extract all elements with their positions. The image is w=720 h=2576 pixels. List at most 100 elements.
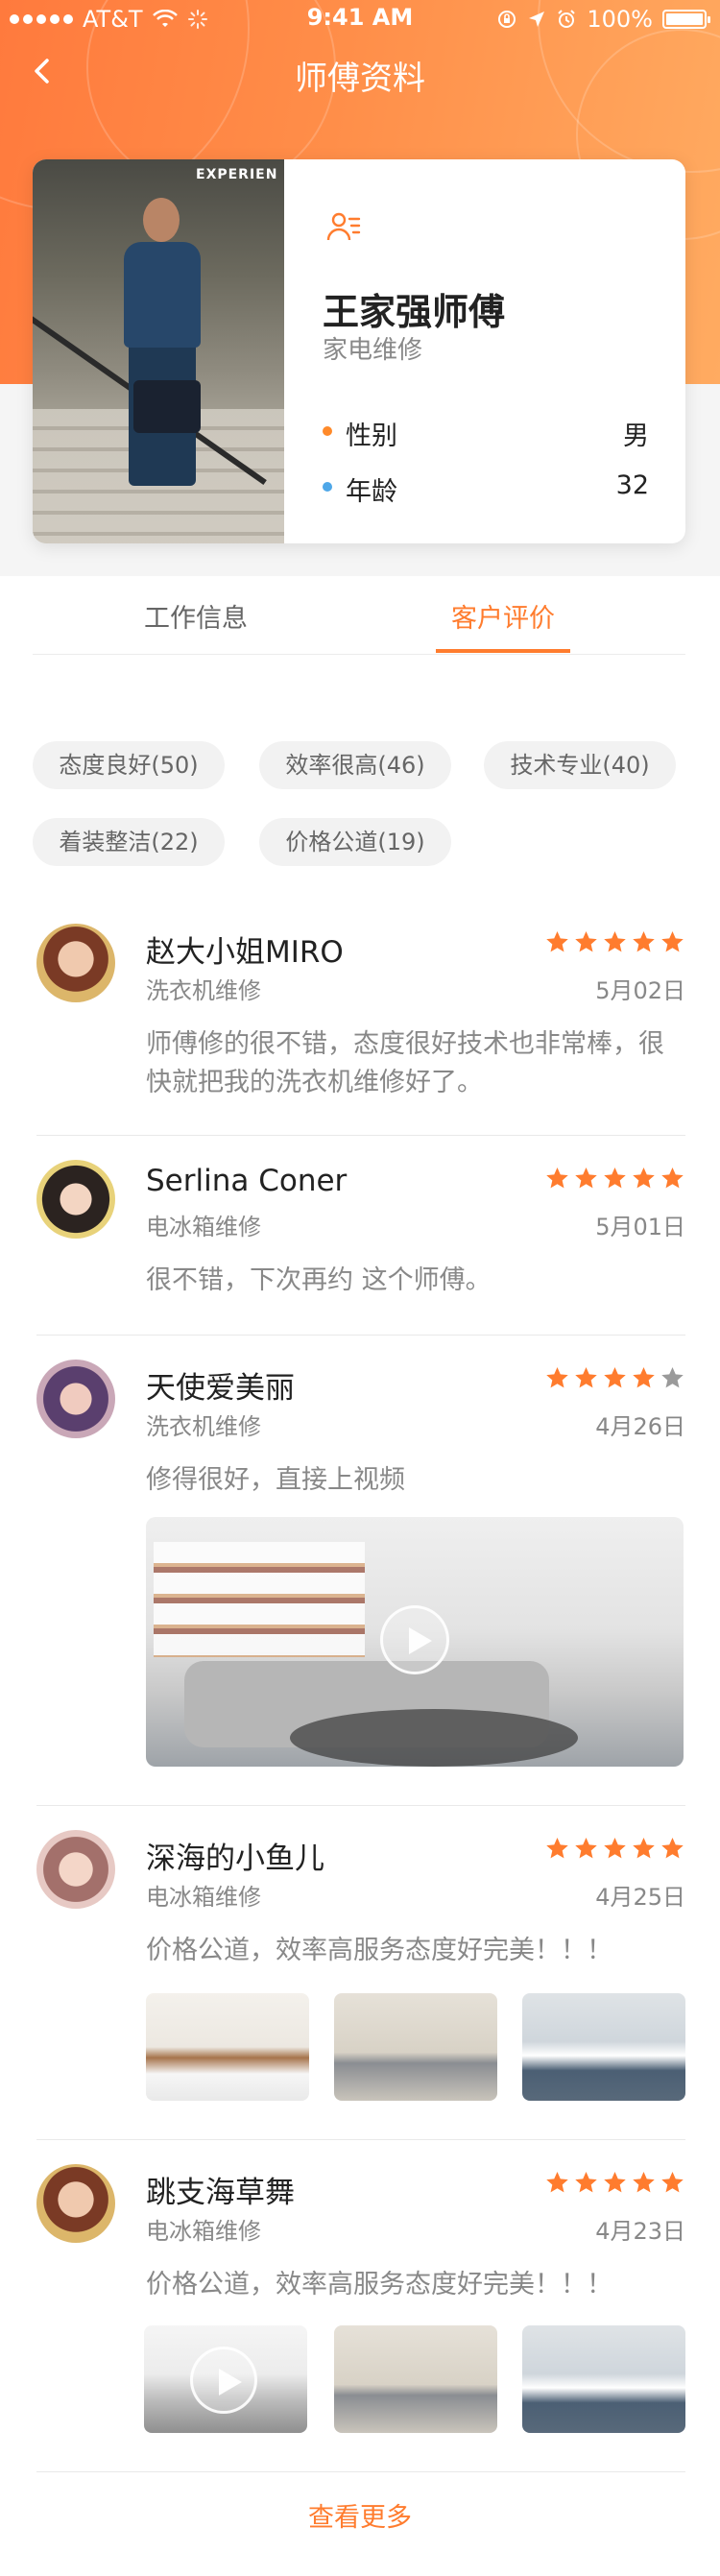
- reviewer-name: 赵大小姐MIRO: [146, 935, 344, 970]
- worker-category: 家电维修: [323, 336, 423, 365]
- star-icon: [633, 1168, 655, 1189]
- avatar: [36, 1360, 115, 1438]
- age-label: 年龄: [346, 477, 397, 507]
- review-item: 天使爱美丽 洗衣机维修 4月26日 修得很好，直接上视频: [36, 1360, 685, 1767]
- review-text: 修得很好，直接上视频: [146, 1465, 405, 1495]
- avatar: [36, 2164, 115, 2243]
- review-tag[interactable]: 着装整洁(22): [33, 818, 225, 866]
- divider: [36, 2139, 685, 2140]
- divider: [36, 1335, 685, 1336]
- star-icon: [633, 931, 655, 952]
- view-more-button[interactable]: 查看更多: [0, 2496, 720, 2534]
- star-rating: [544, 1836, 685, 1865]
- star-icon: [546, 1168, 568, 1189]
- reviewer-name: 深海的小鱼儿: [146, 1842, 324, 1876]
- review-text: 价格公道，效率高服务态度好完美！！！: [146, 2270, 612, 2299]
- review-photo[interactable]: [334, 2325, 497, 2433]
- review-photo[interactable]: [146, 1993, 309, 2101]
- divider: [36, 1805, 685, 1806]
- star-icon: [604, 1367, 626, 1388]
- star-icon: [633, 1367, 655, 1388]
- star-icon: [604, 931, 626, 952]
- star-rating: [544, 1166, 685, 1194]
- service-type: 洗衣机维修: [146, 1413, 261, 1440]
- service-type: 电冰箱维修: [146, 1884, 261, 1911]
- review-text: 师傅修的很不错，态度很好技术也非常棒，很快就把我的洗衣机维修好了。: [146, 1029, 664, 1097]
- nav-bar: 师傅资料: [0, 38, 720, 106]
- star-icon: [575, 1168, 597, 1189]
- review-item: 赵大小姐MIRO 洗衣机维修 5月02日 师傅修的很不错，态度很好技术也非常棒，…: [36, 924, 685, 1116]
- star-icon: [575, 2172, 597, 2193]
- service-type: 电冰箱维修: [146, 2218, 261, 2245]
- avatar: [36, 1830, 115, 1909]
- gender-value: 男: [623, 421, 649, 451]
- play-icon[interactable]: [380, 1605, 449, 1674]
- review-date: 4月26日: [595, 1413, 685, 1440]
- star-icon: [546, 1838, 568, 1859]
- star-icon: [575, 1367, 597, 1388]
- star-rating: [544, 2170, 685, 2199]
- star-icon: [604, 2172, 626, 2193]
- star-icon: [575, 1838, 597, 1859]
- star-icon: [661, 2172, 684, 2193]
- review-date: 4月23日: [595, 2218, 685, 2245]
- profile-card: EXPERIEN 王家强师傅 家电维修 性别 男 年龄 32: [33, 159, 685, 543]
- tab-work-info[interactable]: 工作信息: [100, 597, 292, 635]
- play-icon[interactable]: [190, 2347, 257, 2414]
- active-tab-indicator: [436, 649, 570, 653]
- star-icon: [546, 931, 568, 952]
- gender-row: 性别 男: [323, 413, 649, 451]
- age-value: 32: [615, 470, 649, 500]
- reviewer-name: Serlina Coner: [146, 1164, 348, 1198]
- divider: [36, 2471, 685, 2472]
- review-tag[interactable]: 价格公道(19): [259, 818, 451, 866]
- review-date: 4月25日: [595, 1884, 685, 1911]
- review-text: 价格公道，效率高服务态度好完美！！！: [146, 1936, 612, 1965]
- divider: [36, 1135, 685, 1136]
- star-icon: [661, 1168, 684, 1189]
- review-photo[interactable]: [522, 2325, 685, 2433]
- service-type: 洗衣机维修: [146, 977, 261, 1004]
- review-date: 5月02日: [595, 977, 685, 1004]
- review-tag[interactable]: 技术专业(40): [484, 741, 676, 789]
- star-rating: [544, 1365, 685, 1394]
- star-icon: [546, 1367, 568, 1388]
- review-item: 深海的小鱼儿 电冰箱维修 4月25日 价格公道，效率高服务态度好完美！！！: [36, 1830, 685, 2118]
- review-video[interactable]: [146, 1517, 684, 1767]
- star-icon: [633, 1838, 655, 1859]
- review-video[interactable]: [144, 2325, 307, 2433]
- worker-info: 王家强师傅 家电维修 性别 男 年龄 32: [284, 159, 685, 543]
- reviewer-name: 天使爱美丽: [146, 1371, 295, 1406]
- photo-sign: EXPERIEN: [196, 167, 278, 182]
- review-date: 5月01日: [595, 1214, 685, 1240]
- avatar: [36, 924, 115, 1002]
- star-icon: [661, 1367, 684, 1388]
- tab-customer-reviews[interactable]: 客户评价: [407, 597, 599, 635]
- gender-label: 性别: [346, 421, 397, 451]
- review-tag[interactable]: 效率很高(46): [259, 741, 451, 789]
- review-item: Serlina Coner 电冰箱维修 5月01日 很不错，下次再约 这个师傅。: [36, 1160, 685, 1304]
- star-icon: [661, 931, 684, 952]
- star-icon: [575, 931, 597, 952]
- age-row: 年龄 32: [323, 469, 649, 507]
- review-photo[interactable]: [522, 1993, 685, 2101]
- status-bar: AT&T 9:41 AM 100%: [0, 0, 720, 38]
- star-rating: [544, 929, 685, 958]
- star-icon: [604, 1168, 626, 1189]
- review-item: 跳支海草舞 电冰箱维修 4月23日 价格公道，效率高服务态度好完美！！！: [36, 2164, 685, 2452]
- alarm-icon: [558, 10, 576, 28]
- location-icon: [529, 12, 545, 27]
- worker-photo: EXPERIEN: [33, 159, 284, 543]
- star-icon: [604, 1838, 626, 1859]
- star-icon: [546, 2172, 568, 2193]
- service-type: 电冰箱维修: [146, 1214, 261, 1240]
- battery-percent: 100%: [587, 6, 653, 33]
- battery-icon: [662, 10, 710, 29]
- rotation-lock-icon: [498, 11, 516, 28]
- review-tag[interactable]: 态度良好(50): [33, 741, 225, 789]
- review-photo[interactable]: [334, 1993, 497, 2101]
- avatar: [36, 1160, 115, 1239]
- worker-profile-icon: [326, 212, 361, 241]
- gender-dot: [323, 426, 332, 436]
- reviewer-name: 跳支海草舞: [146, 2176, 295, 2210]
